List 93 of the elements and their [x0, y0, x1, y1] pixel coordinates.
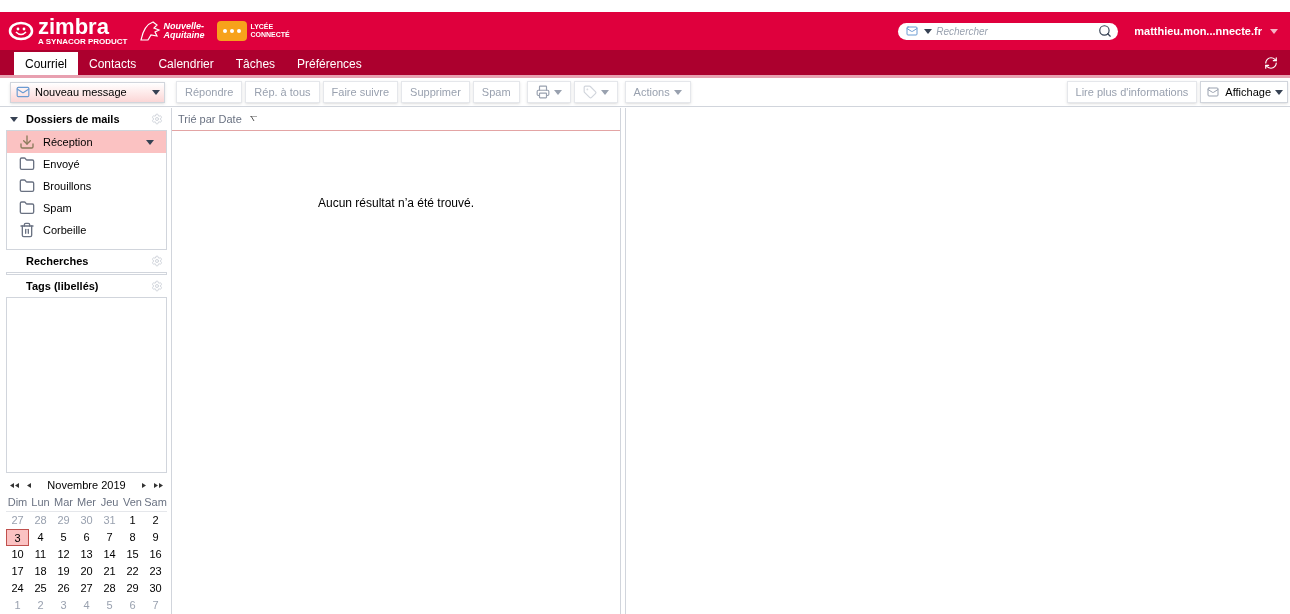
calendar-day[interactable]: 13: [75, 546, 98, 563]
calendar-day[interactable]: 12: [52, 546, 75, 563]
calendar-day[interactable]: 21: [98, 563, 121, 580]
tag-icon: [582, 85, 597, 99]
chat-bubble-logo-icon: [216, 21, 247, 41]
calendar-day[interactable]: 24: [6, 580, 29, 597]
printer-icon: [535, 85, 550, 99]
user-account-menu[interactable]: matthieu.mon...nnecte.fr: [1134, 22, 1278, 40]
caret-icon: [1275, 89, 1283, 95]
calendar-day[interactable]: 19: [52, 563, 75, 580]
search-field[interactable]: Rechercher: [898, 22, 1119, 40]
calendar-day[interactable]: 2: [144, 512, 167, 529]
logo-tagline: A SYNACOR PRODUCT: [38, 36, 128, 46]
app-tab[interactable]: Calendrier: [147, 52, 225, 75]
horse-logo-icon: [139, 20, 162, 42]
print-menu-button[interactable]: [526, 81, 571, 103]
calendar-day[interactable]: 14: [98, 546, 121, 563]
folder-item[interactable]: Brouillons: [7, 175, 166, 197]
calendar-day[interactable]: 17: [6, 563, 29, 580]
folder-item[interactable]: Spam: [7, 197, 166, 219]
calendar-day[interactable]: 25: [29, 580, 52, 597]
section-header[interactable]: Dossiers de mails: [6, 108, 167, 130]
new-message-button[interactable]: Nouveau message: [10, 81, 165, 103]
folder-item[interactable]: Corbeille: [7, 219, 166, 241]
caret-icon: [553, 89, 562, 95]
logo-wordmark: zimbra: [38, 16, 110, 37]
weekday-label: Ven: [122, 495, 143, 510]
folder-item[interactable]: Envoyé: [7, 153, 166, 175]
weekday-label: Jeu: [99, 495, 120, 510]
envelope-icon: [15, 85, 31, 99]
calendar-day[interactable]: 26: [52, 580, 75, 597]
calendar-month-title: Novembre 2019: [46, 477, 127, 493]
next-year-icon[interactable]: [154, 482, 163, 488]
region-logo-text: Nouvelle-: [163, 22, 205, 31]
previous-month-icon[interactable]: [27, 482, 31, 488]
caret-icon: [673, 89, 682, 95]
app-tab[interactable]: Préférences: [286, 52, 373, 75]
folder-item[interactable]: Réception: [7, 131, 166, 153]
app-tab[interactable]: Courriel: [14, 52, 78, 75]
expand-caret-icon: [10, 116, 18, 122]
weekday-label: Dim: [6, 495, 29, 510]
refresh-icon[interactable]: [1264, 56, 1278, 70]
download-tray-icon: [19, 134, 35, 150]
calendar-day[interactable]: 27: [75, 580, 98, 597]
envelope-icon: [1205, 86, 1222, 98]
caret-icon: [152, 89, 160, 95]
calendar-day[interactable]: 5: [52, 529, 75, 546]
caret-icon: [1270, 28, 1278, 34]
calendar-day[interactable]: 15: [121, 546, 144, 563]
section-header[interactable]: Recherches: [6, 250, 167, 272]
calendar-day[interactable]: 9: [144, 529, 167, 546]
calendar-day[interactable]: 10: [6, 546, 29, 563]
calendar-day[interactable]: 8: [121, 529, 144, 546]
folder-icon: [19, 156, 35, 172]
calendar-day[interactable]: 6: [75, 529, 98, 546]
weekday-label: Mar: [53, 495, 74, 510]
app-tab[interactable]: Tâches: [224, 52, 287, 75]
calendar-day[interactable]: 22: [121, 563, 144, 580]
region-logo-text: Aquitaine: [163, 31, 205, 40]
empty-list-message: Aucun résultat n’a été trouvé.: [317, 195, 475, 212]
trash-icon: [19, 222, 35, 238]
weekday-label: Sam: [144, 495, 167, 510]
calendar-day[interactable]: 20: [75, 563, 98, 580]
calendar-day[interactable]: 16: [144, 546, 167, 563]
mail-icon: [904, 25, 921, 37]
section-header[interactable]: Tags (libellés): [6, 275, 167, 297]
calendar-day[interactable]: 30: [144, 580, 167, 597]
sort-icon[interactable]: [249, 116, 257, 122]
caret-icon: [146, 139, 154, 145]
calendar-day[interactable]: 4: [29, 529, 52, 546]
calendar-day[interactable]: 11: [29, 546, 52, 563]
search-icon[interactable]: [1098, 24, 1113, 38]
search-input[interactable]: Rechercher: [936, 23, 1095, 39]
previous-year-icon[interactable]: [10, 482, 19, 488]
calendar-day[interactable]: 23: [144, 563, 167, 580]
section-title: Recherches: [26, 253, 90, 269]
weekday-label: Mer: [76, 495, 97, 510]
calendar-day[interactable]: 3: [6, 529, 29, 546]
calendar-day[interactable]: 29: [121, 580, 144, 597]
sort-label[interactable]: Trié par Date: [178, 110, 242, 128]
caret-icon: [924, 28, 933, 34]
calendar-day[interactable]: 28: [98, 580, 121, 597]
weekday-label: Lun: [30, 495, 51, 510]
section-title: Dossiers de mails: [26, 111, 121, 127]
app-tab[interactable]: Contacts: [78, 52, 148, 75]
calendar-day[interactable]: 18: [29, 563, 52, 580]
next-month-icon[interactable]: [142, 482, 146, 488]
view-menu-button[interactable]: Affichage: [1200, 81, 1288, 103]
calendar-day[interactable]: 7: [98, 529, 121, 546]
section-title: Tags (libellés): [26, 278, 100, 294]
caret-icon: [600, 89, 609, 95]
calendar-day[interactable]: 1: [121, 512, 144, 529]
smiley-logo-icon: [8, 21, 34, 41]
